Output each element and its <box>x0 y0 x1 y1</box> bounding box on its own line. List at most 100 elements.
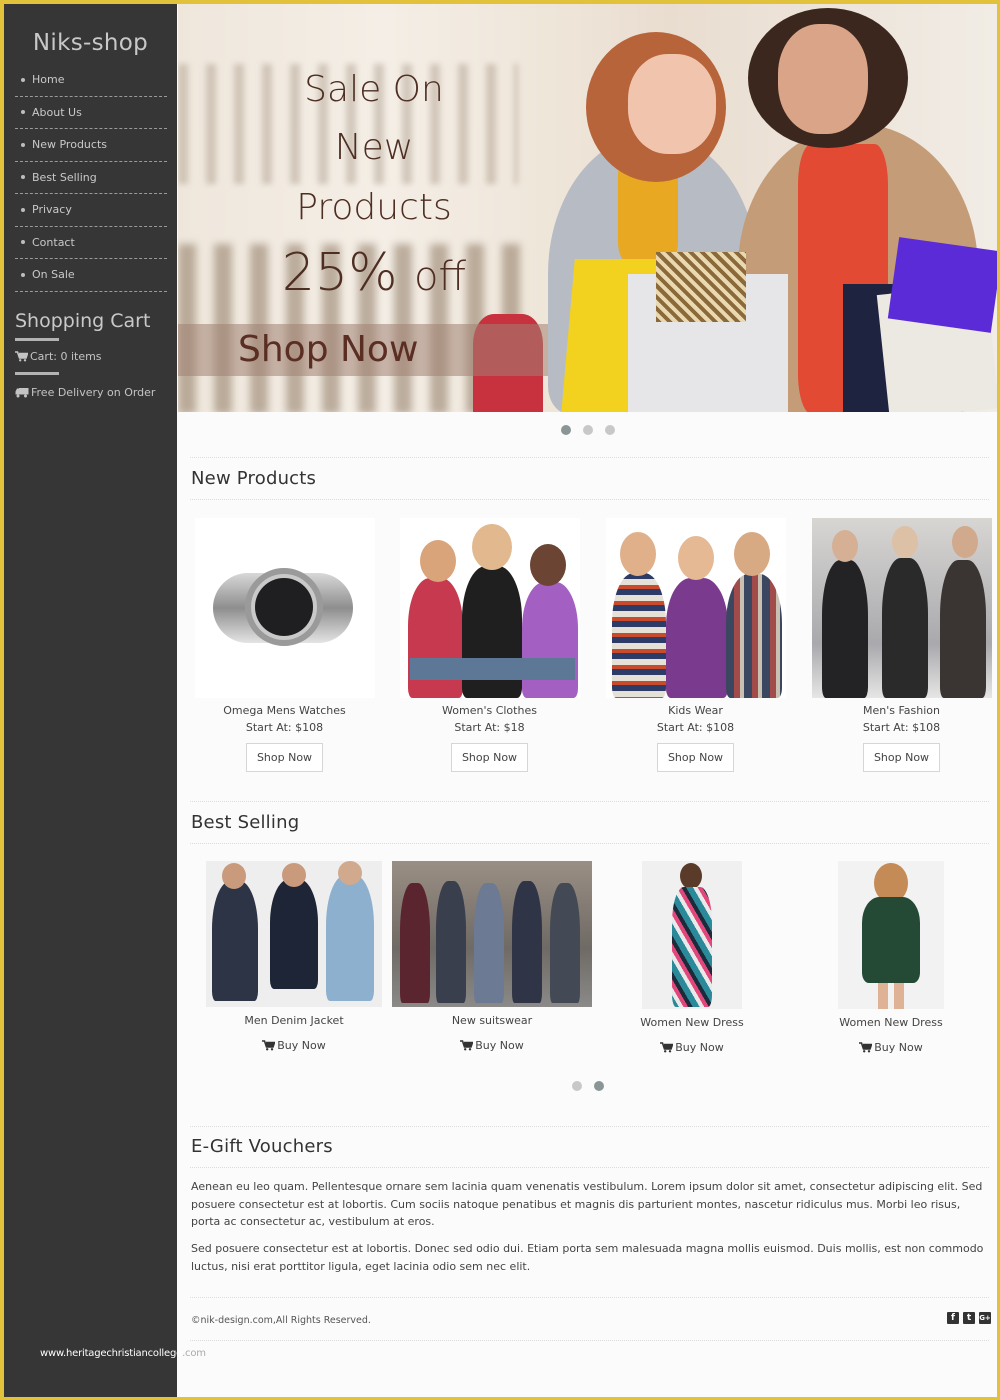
figure <box>409 658 575 680</box>
figure <box>407 578 463 698</box>
shop-now-button[interactable]: Shop Now <box>245 743 324 772</box>
carousel-dot-3[interactable] <box>604 425 615 435</box>
voucher-paragraph: Aenean eu leo quam. Pellentesque ornare … <box>191 1180 983 1228</box>
product-name: New suitswear <box>451 1014 533 1027</box>
sidebar-item-about-us[interactable]: About Us <box>15 97 167 129</box>
twitter-icon[interactable]: t <box>963 1312 975 1324</box>
carousel-dot-1[interactable] <box>571 1081 582 1091</box>
product-image-kids-wear[interactable] <box>605 518 786 698</box>
shopping-bag-image <box>656 252 746 322</box>
divider <box>190 457 989 458</box>
cart-icon <box>460 1040 474 1051</box>
sidebar-item-contact[interactable]: Contact <box>15 227 167 259</box>
product-image-women-dress-2[interactable] <box>838 861 944 1009</box>
buy-now-button[interactable]: Buy Now <box>262 1039 326 1052</box>
figure <box>326 875 374 1001</box>
truck-icon <box>15 387 29 397</box>
product-card: Men's Fashion Start At: $108 Shop Now <box>804 518 997 772</box>
divider <box>190 1167 989 1168</box>
figure <box>831 530 858 562</box>
hero-shop-now-button[interactable]: Shop Now <box>238 324 418 376</box>
figure <box>471 524 512 570</box>
cart-icon <box>859 1042 873 1053</box>
product-name: Men Denim Jacket <box>244 1014 344 1027</box>
cart-count: Cart: 0 items <box>30 349 102 363</box>
figure <box>512 881 542 1003</box>
figure <box>862 897 920 983</box>
product-price: Start At: $18 <box>454 721 525 734</box>
sidebar-item-label: About Us <box>32 105 82 119</box>
hero-headline: Sale On New Products 25% off <box>254 62 494 312</box>
bullet-icon <box>21 77 25 82</box>
sidebar-item-label: Best Selling <box>32 170 97 184</box>
figure <box>400 883 430 1003</box>
buy-now-button[interactable]: Buy Now <box>660 1041 724 1054</box>
sidebar-item-new-products[interactable]: New Products <box>15 129 167 162</box>
figure <box>611 573 666 698</box>
figure <box>939 560 986 698</box>
discount-suffix: off <box>414 254 467 300</box>
shopping-cart-heading: Shopping Cart <box>15 309 151 332</box>
cart-icon <box>262 1040 276 1051</box>
sidebar: Niks-shop Home About Us New Products Bes… <box>4 4 177 1397</box>
product-price: Start At: $108 <box>862 721 941 734</box>
product-card: Women's Clothes Start At: $18 Shop Now <box>392 518 587 772</box>
facebook-icon[interactable]: f <box>947 1312 959 1324</box>
figure <box>212 881 258 1001</box>
carousel-dot-1[interactable] <box>560 425 571 435</box>
product-card: Omega Mens Watches Start At: $108 Shop N… <box>187 518 382 772</box>
shop-now-button[interactable]: Shop Now <box>862 743 941 772</box>
figure <box>474 883 504 1003</box>
bullet-icon <box>21 110 25 115</box>
cart-summary[interactable]: Cart: 0 items <box>15 350 177 363</box>
buy-now-label: Buy Now <box>874 1041 923 1054</box>
bullet-icon <box>21 142 25 147</box>
site-logo[interactable]: Niks-shop <box>4 30 177 56</box>
figure <box>665 578 728 698</box>
watermark: www.heritagechristiancollege.com <box>40 1348 206 1359</box>
bullet-icon <box>21 207 25 212</box>
figure <box>521 582 578 698</box>
figure <box>222 863 246 889</box>
divider <box>15 337 59 341</box>
product-image-watch[interactable] <box>194 518 375 698</box>
hero-shopper-figure <box>778 24 868 134</box>
product-image-denim-jacket[interactable] <box>206 861 382 1007</box>
product-name: Women New Dress <box>640 1016 744 1029</box>
product-image-women-dress-1[interactable] <box>642 861 742 1009</box>
buy-now-button[interactable]: Buy Now <box>460 1039 524 1052</box>
watch-face <box>254 578 313 636</box>
sidebar-item-on-sale[interactable]: On Sale <box>15 259 167 292</box>
figure <box>677 536 714 580</box>
product-image-suitswear[interactable] <box>392 861 592 1007</box>
figure <box>419 540 456 582</box>
sidebar-item-label: New Products <box>32 138 107 152</box>
watermark-tail: .com <box>182 1348 206 1359</box>
bullet-icon <box>21 272 25 277</box>
hero-line-1: Sale On <box>304 69 444 110</box>
hero-banner[interactable]: Sale On New Products 25% off Shop Now <box>178 4 997 412</box>
product-name: Kids Wear <box>668 704 723 717</box>
divider <box>190 843 989 844</box>
product-price: Start At: $108 <box>245 721 324 734</box>
shop-now-button[interactable]: Shop Now <box>656 743 735 772</box>
sidebar-item-home[interactable]: Home <box>15 64 167 97</box>
google-plus-icon[interactable]: G+ <box>979 1312 991 1324</box>
figure <box>436 881 466 1003</box>
sidebar-item-privacy[interactable]: Privacy <box>15 194 167 227</box>
carousel-dot-2[interactable] <box>593 1081 604 1091</box>
carousel-dot-2[interactable] <box>582 425 593 435</box>
product-image-womens-clothes[interactable] <box>399 518 580 698</box>
buy-now-button[interactable]: Buy Now <box>859 1041 923 1054</box>
figure <box>270 879 318 989</box>
figure <box>619 532 656 576</box>
shop-now-button[interactable]: Shop Now <box>450 743 529 772</box>
divider <box>190 1126 989 1127</box>
divider <box>190 1340 989 1341</box>
divider <box>15 371 59 375</box>
sidebar-item-best-selling[interactable]: Best Selling <box>15 162 167 194</box>
sidebar-item-label: Contact <box>32 235 75 249</box>
watermark-text: www.heritagechristiancollege <box>40 1348 183 1359</box>
figure <box>529 544 566 586</box>
product-image-mens-fashion[interactable] <box>811 518 992 698</box>
